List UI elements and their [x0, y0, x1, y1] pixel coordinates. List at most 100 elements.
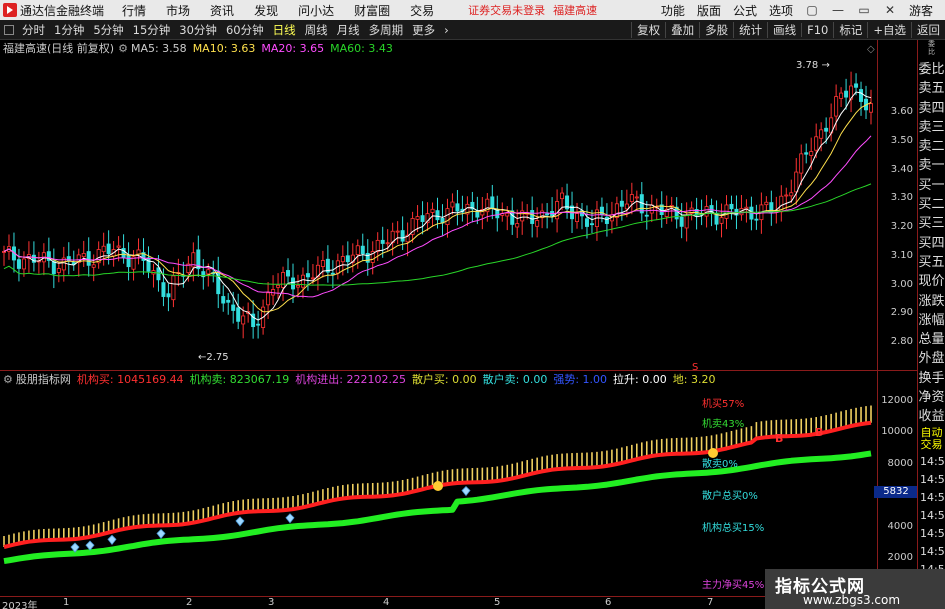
candle-body [166, 293, 171, 298]
order-book-label: 卖五 [918, 81, 945, 97]
maximize-icon[interactable]: ▭ [857, 3, 871, 17]
kline-chart[interactable]: ◇ 3.78 → ←2.75 S [0, 40, 877, 373]
date-label-jan: 1 [63, 597, 70, 608]
auto-trade-label[interactable]: 自动交易 [918, 427, 945, 453]
candle-body [854, 83, 859, 88]
settings-icon[interactable]: ⚙ [118, 42, 128, 55]
tool-f10-button[interactable]: F10 [801, 23, 833, 37]
retail-sell-value: 散户卖: 0.00 [482, 373, 548, 386]
order-book-label: 委比 [918, 62, 945, 77]
indicator-legend: ⚙ 股朋指标网 机构买: 1045169.44 机构卖: 823067.19 机… [0, 371, 715, 387]
tool-adjust-button[interactable]: 复权 [631, 22, 665, 38]
menu-item-layout[interactable]: 版面 [697, 2, 721, 19]
menu-item-trade[interactable]: 交易 [410, 2, 434, 19]
period-tab-30min[interactable]: 30分钟 [179, 22, 217, 38]
tool-add-watchlist-button[interactable]: +自选 [867, 22, 911, 38]
kline-legend: 福建高速(日线 前复权) ⚙ MA5: 3.58 MA10: 3.63 MA20… [0, 40, 393, 56]
candle-body [51, 261, 56, 275]
candle-body [784, 194, 789, 197]
candle-body [380, 239, 385, 244]
smiley-icon [433, 481, 443, 491]
menu-item-discover[interactable]: 发现 [254, 2, 278, 19]
candle-body [575, 213, 580, 223]
price-tick: 3.20 [890, 221, 913, 232]
minimize-icon[interactable]: — [831, 3, 845, 17]
strength-value: 强势: 1.00 [553, 373, 608, 386]
tool-draw-button[interactable]: 画线 [767, 22, 801, 38]
period-tab-5min[interactable]: 5分钟 [93, 22, 123, 38]
menu-item-quotes[interactable]: 行情 [122, 2, 146, 19]
period-tab-timeshare[interactable]: 分时 [22, 22, 45, 38]
period-tab-1min[interactable]: 1分钟 [54, 22, 84, 38]
tool-overlay-button[interactable]: 叠加 [665, 22, 699, 38]
order-book-label: 卖四 [918, 100, 945, 116]
tool-stats-button[interactable]: 统计 [733, 22, 767, 38]
period-tab-more[interactable]: 更多 [412, 22, 435, 38]
login-warning[interactable]: 证券交易未登录 [468, 2, 545, 18]
menu-bar: 通达信金融终端 行情 市场 资讯 发现 问小达 财富圈 交易 证券交易未登录 福… [0, 0, 945, 20]
tool-mark-button[interactable]: 标记 [833, 22, 867, 38]
candle-body [420, 215, 425, 222]
date-label-may: 5 [494, 597, 501, 608]
candle-body [340, 256, 345, 263]
tick-time: 14:56 [920, 544, 945, 558]
chevron-right-icon[interactable]: › [444, 23, 449, 37]
ma60-label: MA60: 3.43 [330, 41, 393, 55]
candle-body [360, 245, 365, 255]
candle-body [754, 218, 759, 221]
indicator-name[interactable]: 股朋指标网 [16, 371, 71, 387]
guest-label[interactable]: 游客 [909, 2, 933, 19]
diamond-icon [107, 534, 117, 545]
order-book-label: 外盘 [918, 351, 945, 367]
inst-sell-value: 机构卖: 823067.19 [189, 373, 290, 386]
indicator-panel[interactable]: ⚙ 股朋指标网 机构买: 1045169.44 机构卖: 823067.19 机… [0, 371, 877, 596]
tick-time: 14:56 [920, 508, 945, 522]
candle-body [101, 245, 106, 253]
period-tab-weekly[interactable]: 周线 [305, 22, 328, 38]
menu-item-news[interactable]: 资讯 [210, 2, 234, 19]
order-book-label: 买一 [918, 177, 945, 193]
kline-panel[interactable]: 福建高速(日线 前复权) ⚙ MA5: 3.58 MA10: 3.63 MA20… [0, 40, 877, 373]
tool-multi-stock-button[interactable]: 多股 [699, 22, 733, 38]
diamond-icon [156, 528, 166, 540]
candle-body [545, 213, 550, 216]
ma10-label: MA10: 3.63 [192, 41, 256, 55]
menu-item-formula[interactable]: 公式 [733, 2, 757, 19]
order-book-label: 买四 [918, 235, 945, 251]
candle-body [256, 323, 261, 326]
period-tab-monthly[interactable]: 月线 [337, 22, 360, 38]
candle-body [226, 299, 231, 303]
close-icon[interactable]: ✕ [883, 3, 897, 17]
candle-body [809, 151, 814, 156]
date-label-year: 2023年 [2, 601, 38, 609]
period-tab-multi[interactable]: 多周期 [369, 22, 404, 38]
indicator-chart[interactable]: B B 机买57% 机卖43% 散卖0% 散户总买0% 机构总买15% 主力净买45% [0, 371, 877, 596]
period-tab-15min[interactable]: 15分钟 [133, 22, 171, 38]
current-value-tag: 5832 [874, 486, 918, 498]
candle-body [799, 153, 804, 174]
restore-icon[interactable]: ▢ [805, 3, 819, 17]
menu-item-options[interactable]: 选项 [769, 2, 793, 19]
menu-item-market[interactable]: 市场 [166, 2, 190, 19]
indicator-settings-icon[interactable]: ⚙ [3, 373, 13, 386]
side-header: 委 比 [928, 40, 935, 56]
candle-body [116, 245, 121, 248]
menu-item-wealth[interactable]: 财富圈 [354, 2, 390, 19]
indicator-tick: 10000 [881, 426, 913, 438]
menu-item-function[interactable]: 功能 [661, 2, 685, 19]
candle-body [395, 230, 400, 233]
candle-body [171, 275, 176, 301]
retail-buy-value: 散户买: 0.00 [411, 373, 477, 386]
candle-body [281, 272, 286, 288]
menu-item-ask[interactable]: 问小达 [298, 2, 334, 19]
tool-back-button[interactable]: 返回 [911, 22, 945, 38]
price-tick: 3.40 [890, 163, 913, 175]
order-book-label: 涨跌 [918, 293, 945, 309]
indicator-tick: 2000 [887, 552, 913, 563]
panel-toggle-icon[interactable] [4, 24, 14, 35]
candle-body [345, 255, 350, 263]
candle-body [530, 210, 535, 224]
date-label-apr: 4 [383, 597, 390, 608]
period-tab-60min[interactable]: 60分钟 [226, 22, 264, 38]
period-tab-daily[interactable]: 日线 [273, 22, 296, 38]
